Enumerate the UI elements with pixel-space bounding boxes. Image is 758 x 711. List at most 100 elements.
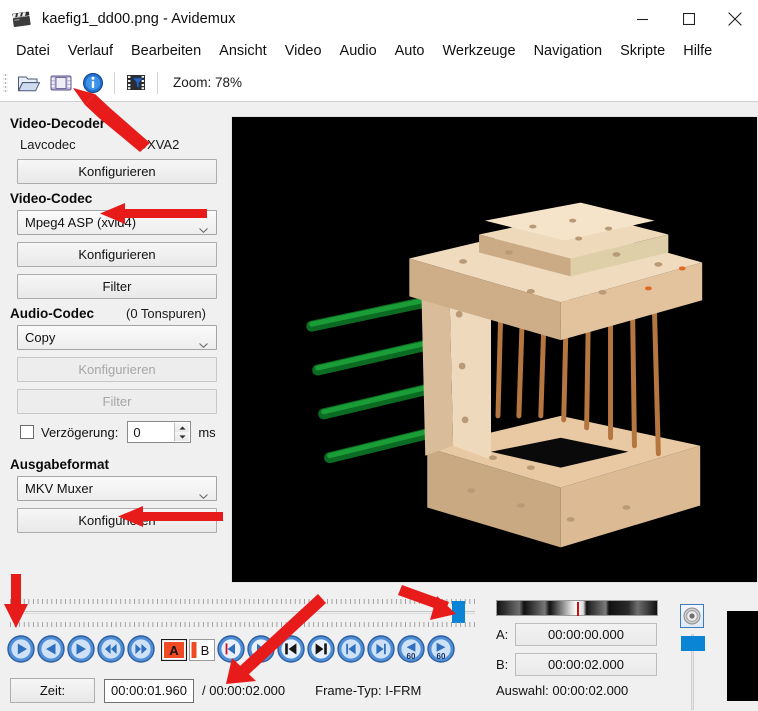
selection-panel: A: 00:00:00.000 B: 00:00:02.000 Auswahl:… — [496, 600, 666, 698]
chevron-down-icon — [199, 221, 208, 233]
audio-delay-checkbox[interactable] — [20, 425, 34, 439]
window-title: kaefig1_dd00.png - Avidemux — [42, 11, 236, 27]
audio-codec-select[interactable]: Copy — [17, 325, 217, 350]
clapperboard-icon — [11, 8, 33, 30]
audio-tracks-note: (0 Tonspuren) — [126, 306, 206, 321]
goto-marker-a-button[interactable] — [216, 634, 246, 664]
transport-controls: A B 60 60 — [6, 634, 456, 664]
marker-b-label: B: — [496, 657, 509, 672]
mark-a-button[interactable]: A — [160, 638, 188, 662]
back-60s-label: 60 — [407, 652, 416, 661]
rewind-button[interactable] — [96, 634, 126, 664]
audio-delay-unit: ms — [198, 424, 216, 440]
volume-slider-handle[interactable] — [681, 636, 705, 651]
video-decoder-info-row: Lavcodec DXVA2 — [8, 135, 219, 159]
menu-item-skripte[interactable]: Skripte — [611, 40, 674, 62]
video-decoder-configure-button[interactable]: Konfigurieren — [17, 159, 217, 184]
video-preview[interactable] — [231, 116, 758, 583]
mark-b-button[interactable]: B — [189, 639, 215, 661]
timeline-ruler-top — [10, 596, 475, 604]
next-keyframe-button[interactable] — [306, 634, 336, 664]
navigation-strip[interactable] — [496, 600, 658, 616]
video-codec-configure-button[interactable]: Konfigurieren — [17, 242, 217, 267]
audio-codec-heading: Audio-Codec (0 Tonspuren) — [10, 306, 219, 321]
marker-a-value[interactable]: 00:00:00.000 — [515, 623, 657, 646]
volume-control[interactable] — [680, 604, 706, 710]
previous-frame-button[interactable] — [36, 634, 66, 664]
decoder-mode: DXVA2 — [137, 137, 180, 152]
marker-a-row: A: 00:00:00.000 — [496, 623, 666, 646]
video-frame-image — [232, 117, 757, 582]
window-controls — [620, 0, 758, 38]
video-codec-heading: Video-Codec — [10, 191, 219, 206]
avidemux-window: kaefig1_dd00.png - Avidemux Datei Verlau… — [0, 0, 758, 711]
audio-codec-filter-button[interactable]: Filter — [17, 389, 217, 414]
audio-codec-configure-button[interactable]: Konfigurieren — [17, 357, 217, 382]
video-decoder-heading: Video-Decoder — [10, 116, 219, 131]
total-time-label: / 00:00:02.000 — [202, 683, 286, 698]
video-codec-select[interactable]: Mpeg4 ASP (xvid4) — [17, 210, 217, 235]
speaker-icon[interactable] — [680, 604, 704, 628]
next-frame-button[interactable] — [66, 634, 96, 664]
decoder-name: Lavcodec — [20, 137, 76, 152]
menu-item-werkzeuge[interactable]: Werkzeuge — [433, 40, 524, 62]
selection-summary: Auswahl: 00:00:02.000 — [496, 683, 629, 698]
zeit-button[interactable]: Zeit: — [10, 678, 95, 703]
title-bar: kaefig1_dd00.png - Avidemux — [0, 0, 758, 38]
toolbar-drag-handle[interactable] — [3, 71, 8, 94]
video-codec-selected-value: Mpeg4 ASP (xvid4) — [25, 215, 137, 230]
menu-item-hilfe[interactable]: Hilfe — [674, 40, 721, 62]
forward-button[interactable] — [126, 634, 156, 664]
toolbar-separator-2 — [157, 71, 158, 94]
minimize-icon[interactable] — [620, 0, 666, 38]
forward-60s-button[interactable]: 60 — [426, 634, 456, 664]
menu-item-video[interactable]: Video — [276, 40, 331, 62]
save-file-icon[interactable] — [45, 68, 77, 98]
info-icon[interactable] — [77, 68, 109, 98]
menu-item-audio[interactable]: Audio — [331, 40, 386, 62]
play-button[interactable] — [6, 634, 36, 664]
close-icon[interactable] — [712, 0, 758, 38]
next-black-frame-button[interactable] — [366, 634, 396, 664]
menu-item-bearbeiten[interactable]: Bearbeiten — [122, 40, 210, 62]
marker-b-row: B: 00:00:02.000 — [496, 653, 666, 676]
menu-item-verlauf[interactable]: Verlauf — [59, 40, 122, 62]
audio-delay-spin-buttons[interactable] — [174, 423, 190, 441]
audio-delay-label: Verzögerung: — [41, 424, 119, 440]
spin-up-icon[interactable] — [175, 423, 190, 432]
menu-item-datei[interactable]: Datei — [7, 40, 59, 62]
chevron-down-icon — [199, 336, 208, 348]
maximize-icon[interactable] — [666, 0, 712, 38]
marker-b-value[interactable]: 00:00:02.000 — [515, 653, 657, 676]
audio-codec-heading-text: Audio-Codec — [10, 306, 94, 321]
marker-a-label: A: — [496, 627, 509, 642]
open-file-icon[interactable] — [13, 68, 45, 98]
encoding-settings-panel: Video-Decoder Lavcodec DXVA2 Konfigurier… — [0, 103, 230, 591]
filters-icon[interactable] — [120, 68, 152, 98]
video-decoder-heading-text: Video-Decoder — [10, 116, 106, 131]
output-format-select[interactable]: MKV Muxer — [17, 476, 217, 501]
time-row: Zeit: 00:00:01.960 / 00:00:02.000 Frame-… — [10, 678, 421, 703]
forward-60s-label: 60 — [437, 652, 446, 661]
toolbar-separator — [114, 71, 115, 94]
menu-item-auto[interactable]: Auto — [386, 40, 434, 62]
previous-keyframe-button[interactable] — [276, 634, 306, 664]
previous-black-frame-button[interactable] — [336, 634, 366, 664]
output-format-configure-button[interactable]: Konfigurieren — [17, 508, 217, 533]
menu-item-navigation[interactable]: Navigation — [525, 40, 612, 62]
menu-item-ansicht[interactable]: Ansicht — [210, 40, 276, 62]
spin-down-icon[interactable] — [175, 432, 190, 441]
mark-b-label: B — [201, 643, 210, 658]
output-format-heading-text: Ausgabeformat — [10, 457, 110, 472]
back-60s-button[interactable]: 60 — [396, 634, 426, 664]
frame-type-label: Frame-Typ: I-FRM — [315, 683, 422, 698]
video-codec-heading-text: Video-Codec — [10, 191, 93, 206]
audio-delay-stepper[interactable]: 0 — [127, 421, 192, 443]
timeline[interactable] — [0, 592, 490, 634]
current-time-input[interactable]: 00:00:01.960 — [104, 678, 194, 703]
timeline-slider-handle[interactable] — [452, 601, 465, 623]
output-format-selected-value: MKV Muxer — [25, 481, 93, 496]
timeline-track[interactable] — [10, 611, 475, 614]
video-codec-filter-button[interactable]: Filter — [17, 274, 217, 299]
goto-marker-b-button[interactable] — [246, 634, 276, 664]
